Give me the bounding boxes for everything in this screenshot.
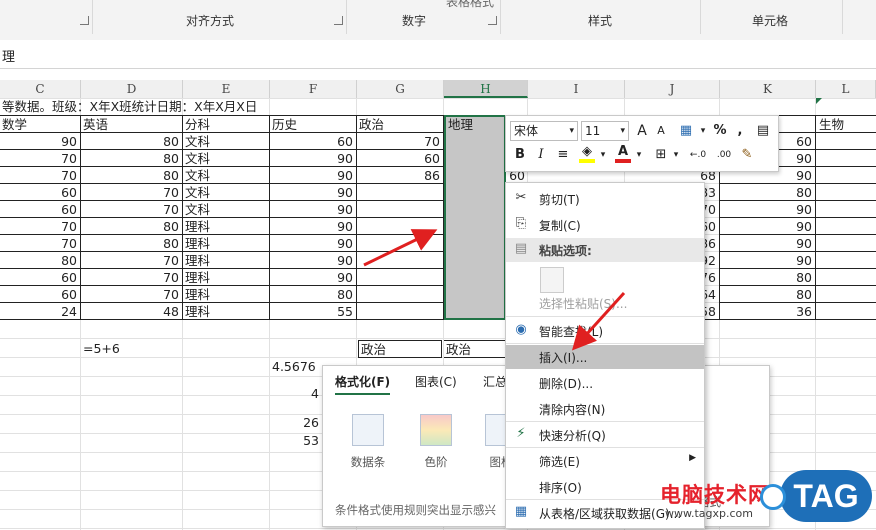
watermark-text: 电脑技术网 <box>660 483 770 507</box>
arrow-to-insert <box>571 291 626 351</box>
annotation-arrows <box>363 229 626 351</box>
arrow-to-column <box>363 229 438 267</box>
watermark-badge: TAG <box>780 470 872 522</box>
globe-icon <box>760 484 786 510</box>
watermark-url: www.tagxp.com <box>665 507 753 520</box>
